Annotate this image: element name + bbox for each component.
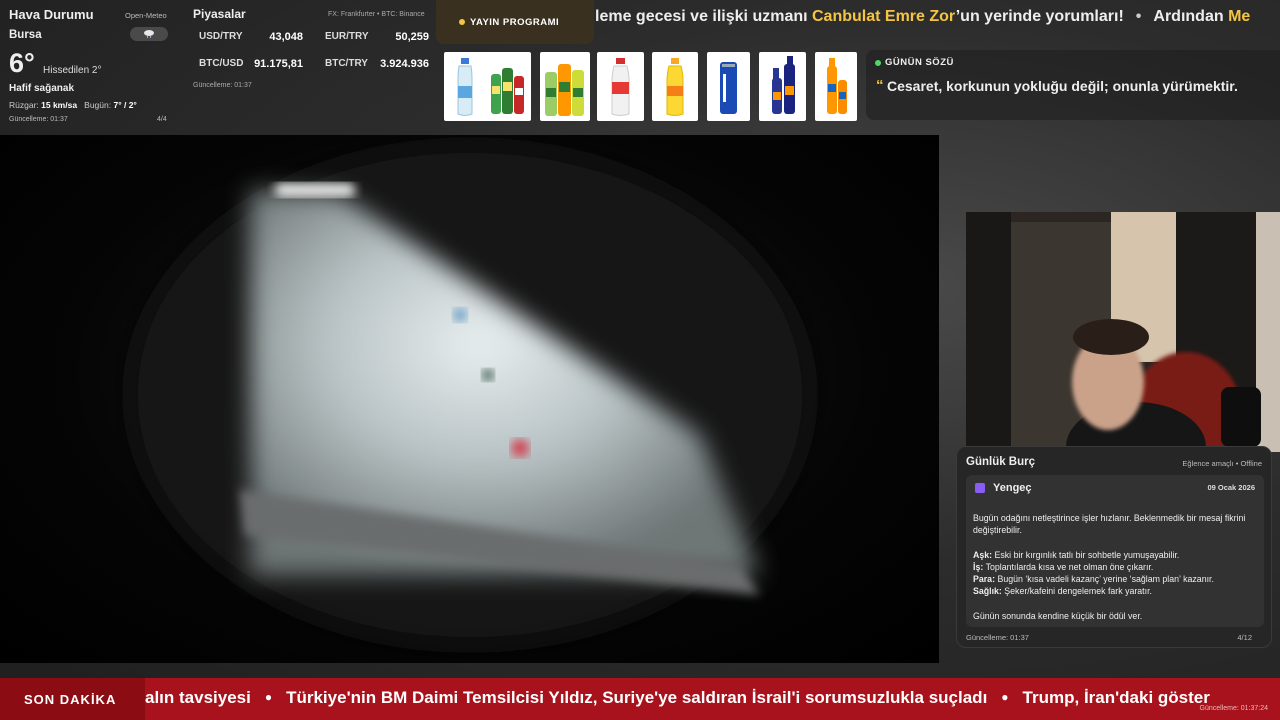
- breaking-news-bar: SON DAKİKA alın tavsiyesi ● Türkiye'nin BM…: [0, 678, 1280, 720]
- quote-panel: GÜNÜN SÖZÜ “ Cesaret, korkunun yokluğu d…: [866, 50, 1280, 120]
- product-orange-soda-bottles: [815, 52, 857, 121]
- market-label: BTC/USD: [199, 58, 244, 69]
- horoscope-date: 09 Ocak 2026: [1207, 483, 1255, 492]
- horoscope-work: İş: Toplantılarda kısa ve net olman öne …: [973, 561, 1154, 572]
- top-ticker: leme gecesi ve ilişki uzmanı Canbulat Em…: [595, 8, 1280, 38]
- status-dot-icon: [459, 19, 465, 25]
- news-separator: ●: [264, 690, 273, 704]
- wind-value: 15 km/sa: [41, 100, 78, 110]
- streamer-camera-image: [966, 212, 1280, 452]
- weather-widget: Hava Durumu Open-Meteo Bursa 6° Hissedil…: [0, 0, 178, 132]
- cancer-sign-icon: [975, 483, 985, 493]
- market-value: 3.924.936: [380, 58, 429, 70]
- webcam-feed: [966, 212, 1280, 452]
- market-btc-try: BTC/TRY 3.924.936: [325, 58, 429, 70]
- market-eur-try: EUR/TRY 50,259: [325, 31, 429, 43]
- blurred-laptop-image: [130, 145, 810, 645]
- ticker-text: ’un yerinde yorumları!: [955, 8, 1124, 25]
- cloud-rain-icon: [130, 27, 168, 41]
- horoscope-love: Aşk: Eski bir kırgınlık tatlı bir sohbet…: [973, 549, 1180, 560]
- news-item: Trump, İran'daki göster: [1022, 688, 1210, 707]
- ticker-text: leme gecesi ve ilişki uzmanı: [595, 8, 812, 25]
- horoscope-closing: Günün sonunda kendine küçük bir ödül ver…: [973, 610, 1143, 621]
- weather-feels-like: Hissedilen 2°: [43, 65, 102, 76]
- weather-temperature: 6°: [9, 48, 35, 78]
- weather-wind-row: Rüzgar: 15 km/sa Bugün: 7° / 2°: [9, 100, 137, 110]
- today-value: 7° / 2°: [113, 100, 137, 110]
- horoscope-tag: Eğlence amaçlı • Offline: [1182, 459, 1262, 468]
- news-separator: ●: [1001, 690, 1009, 704]
- product-lemon-soda-bottle: [652, 52, 698, 121]
- news-item: alın tavsiyesi: [145, 688, 251, 707]
- weather-page: 4/4: [157, 116, 167, 123]
- horoscope-title: Günlük Burç: [966, 456, 1036, 468]
- weather-updated: Güncelleme: 01:37: [9, 116, 68, 123]
- news-updated: Güncelleme: 01:37:24: [1199, 705, 1269, 712]
- ticker-highlight: Me: [1228, 8, 1251, 25]
- product-soda-bottles-mixed: [540, 52, 590, 121]
- product-water-bottle: [444, 52, 487, 121]
- breaking-news-badge: SON DAKİKA: [0, 678, 145, 720]
- markets-widget: Piyasalar FX: Frankfurter • BTC: Binance…: [186, 0, 440, 100]
- wind-label: Rüzgar:: [9, 100, 39, 110]
- weather-source: Open-Meteo: [125, 11, 167, 20]
- product-blue-can: [707, 52, 750, 121]
- market-label: EUR/TRY: [325, 31, 369, 42]
- product-blue-glass-bottles: [759, 52, 806, 121]
- weather-city: Bursa: [9, 29, 42, 41]
- markets-updated: Güncelleme: 01:37: [193, 82, 252, 89]
- program-tab[interactable]: YAYIN PROGRAMI: [436, 0, 594, 44]
- market-value: 50,259: [395, 31, 429, 43]
- market-label: BTC/TRY: [325, 58, 368, 69]
- ticker-highlight: Canbulat Emre Zor: [812, 8, 956, 25]
- quote-text: Cesaret, korkunun yokluğu değil; onunla …: [887, 78, 1238, 94]
- horoscope-card: Yengeç 09 Ocak 2026 Bugün odağını netleş…: [966, 475, 1264, 627]
- product-soda-bottles-green: [483, 52, 531, 121]
- horoscope-body: Bugün odağını netleştirince işler hızlan…: [973, 512, 1257, 622]
- quote-mark-icon: “: [876, 77, 884, 94]
- horoscope-health: Sağlık: Şeker/kafeini dengelemek fark ya…: [973, 586, 1152, 597]
- breaking-news-label: SON DAKİKA: [24, 692, 117, 707]
- news-ticker: alın tavsiyesi ● Türkiye'nin BM Daimi Tems…: [145, 688, 1280, 708]
- horoscope-page: 4/12: [1237, 633, 1252, 642]
- markets-title: Piyasalar: [193, 7, 246, 21]
- program-label: YAYIN PROGRAMI: [470, 17, 560, 28]
- market-value: 91.175,81: [254, 58, 303, 70]
- horoscope-panel: Günlük Burç Eğlence amaçlı • Offline Yen…: [956, 446, 1272, 648]
- market-value: 43,048: [269, 31, 303, 43]
- quote-label: GÜNÜN SÖZÜ: [885, 57, 954, 68]
- market-btc-usd: BTC/USD 91.175,81: [199, 58, 303, 70]
- markets-source: FX: Frankfurter • BTC: Binance: [328, 11, 425, 18]
- horoscope-money: Para: Bugün ‘kısa vadeli kazanç’ yerine …: [973, 574, 1214, 585]
- product-water-bottle-red-cap: [597, 52, 644, 121]
- horoscope-updated: Güncelleme: 01:37: [966, 633, 1029, 642]
- status-dot-icon: [875, 60, 881, 66]
- market-usd-try: USD/TRY 43,048: [199, 31, 303, 43]
- market-label: USD/TRY: [199, 31, 243, 42]
- ticker-separator: •: [1135, 8, 1142, 25]
- ticker-text: Ardından: [1153, 8, 1229, 25]
- today-label: Bugün:: [84, 100, 112, 110]
- video-player[interactable]: [0, 135, 939, 663]
- news-item: Türkiye'nin BM Daimi Temsilcisi Yıldız, …: [286, 688, 988, 707]
- horoscope-sign: Yengeç: [993, 482, 1032, 494]
- horoscope-intro: Bugün odağını netleştirince işler hızlan…: [973, 513, 1246, 536]
- weather-condition: Hafif sağanak: [9, 83, 75, 94]
